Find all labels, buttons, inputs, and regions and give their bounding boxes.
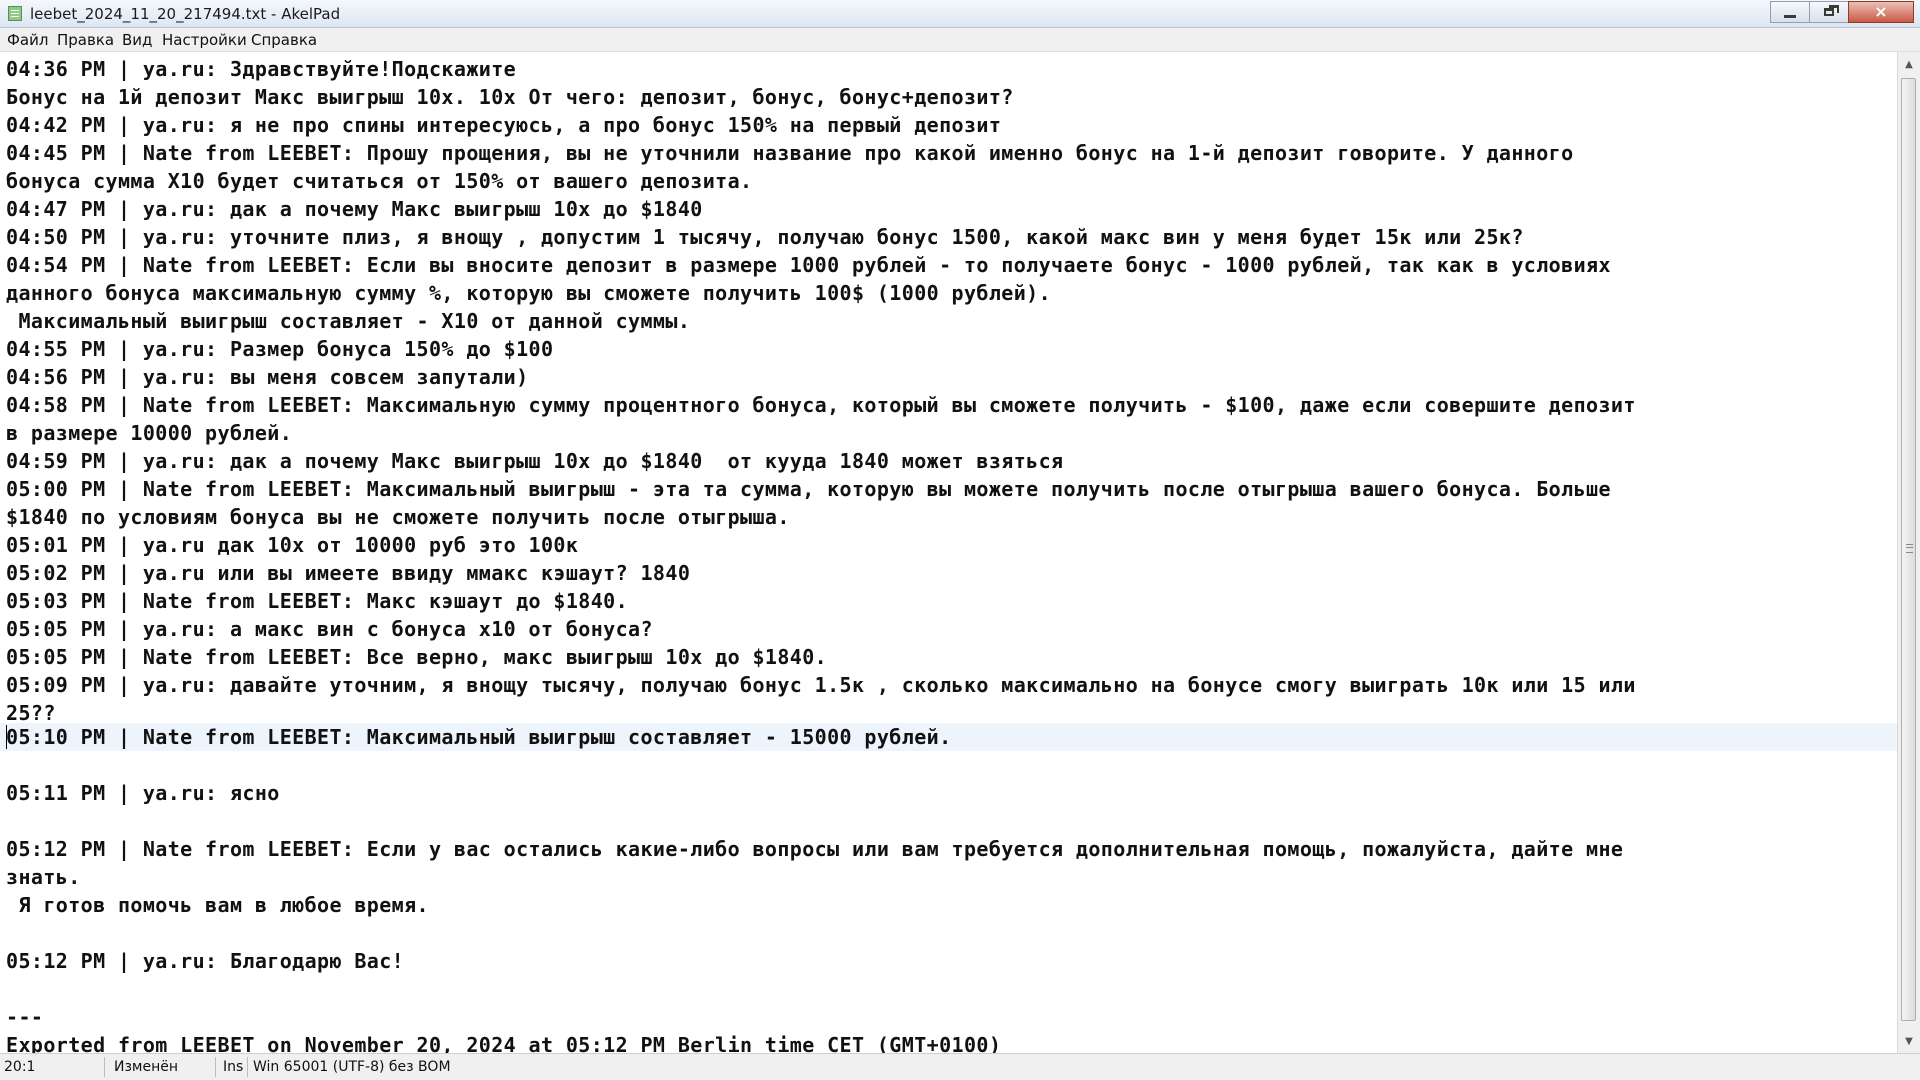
text-line: 05:09 PM | ya.ru: давайте уточним, я вно… [6,673,1636,697]
text-line: 04:42 PM | ya.ru: я не про спины интерес… [6,113,1002,137]
status-divider [104,1057,105,1077]
insert-mode: Ins [223,1059,244,1075]
text-line: 05:01 PM | ya.ru дак 10х от 10000 руб эт… [6,533,579,557]
close-icon: × [1874,2,1888,21]
vertical-scrollbar[interactable]: ▲ ▼ [1897,52,1920,1053]
text-line: 05:00 PM | Nate from LEEBET: Максимальны… [6,477,1611,501]
text-line: 05:05 PM | ya.ru: а макс вин с бонуса х1… [6,617,653,641]
cursor-position: 20:1 [4,1059,36,1075]
scroll-up-arrow-icon[interactable]: ▲ [1898,54,1920,74]
text-line: 05:11 PM | ya.ru: ясно [6,781,280,805]
text-line-current: 05:10 PM | Nate from LEEBET: Максимальны… [6,725,952,749]
restore-button[interactable] [1809,1,1849,23]
text-editor[interactable]: 04:36 PM | ya.ru: Здравствуйте!Подскажит… [0,52,1897,1053]
close-button[interactable]: × [1848,1,1914,23]
text-line: 04:56 PM | ya.ru: вы меня совсем запутал… [6,365,529,389]
menu-help[interactable]: Справка [251,31,317,49]
status-divider [247,1057,248,1077]
menu-settings[interactable]: Настройки [162,31,247,49]
scroll-thumb[interactable] [1901,78,1916,1021]
text-line: 04:58 PM | Nate from LEEBET: Максимальну… [6,393,1636,417]
text-line: Я готов помочь вам в любое время. [6,893,429,917]
text-line: 04:55 PM | ya.ru: Размер бонуса 150% до … [6,337,554,361]
text-line: знать. [6,865,81,889]
text-line: 05:02 PM | ya.ru или вы имеете ввиду мма… [6,561,691,585]
scroll-grip-icon [1906,544,1913,553]
modified-status: Изменён [114,1059,179,1075]
text-line: 05:12 PM | ya.ru: Благодарю Вас! [6,949,405,973]
text-line: Бонус на 1й депозит Макс выигрыш 10х. 10… [6,85,1014,109]
text-line: $1840 по условиям бонуса вы не сможете п… [6,505,790,529]
text-line: 04:59 PM | ya.ru: дак а почему Макс выиг… [6,449,1064,473]
text-line: 04:45 PM | Nate from LEEBET: Прошу проще… [6,141,1574,165]
menu-view[interactable]: Вид [122,31,152,49]
status-divider [215,1057,216,1077]
text-line: 05:12 PM | Nate from LEEBET: Если у вас … [6,837,1624,861]
menu-file[interactable]: Файл [7,31,48,49]
text-line: 04:36 PM | ya.ru: Здравствуйте!Подскажит… [6,57,517,81]
text-line: 04:50 PM | ya.ru: уточните плиз, я внощу… [6,225,1524,249]
text-line: --- [6,1005,44,1029]
text-line: 04:47 PM | ya.ru: дак а почему Макс выиг… [6,197,703,221]
text-line: 05:05 PM | Nate from LEEBET: Все верно, … [6,645,828,669]
text-line: Exported from LEEBET on November 20, 202… [6,1033,1002,1053]
minimize-button[interactable] [1770,1,1810,23]
text-line: 05:03 PM | Nate from LEEBET: Макс кэшаут… [6,589,629,613]
window-title: leebet_2024_11_20_217494.txt - AkelPad [30,5,341,23]
title-bar[interactable]: leebet_2024_11_20_217494.txt - AkelPad × [0,0,1920,28]
status-bar: 20:1 Изменён Ins Win 65001 (UTF-8) без B… [0,1053,1920,1080]
text-line: в размере 10000 рублей. [6,421,293,445]
window-controls: × [1770,1,1914,23]
scroll-down-arrow-icon[interactable]: ▼ [1898,1031,1920,1051]
encoding-status[interactable]: Win 65001 (UTF-8) без BOM [253,1054,451,1080]
notepad-document-icon [8,6,22,21]
menu-edit[interactable]: Правка [57,31,114,49]
menu-bar: Файл Правка Вид Настройки Справка [0,28,1920,52]
text-line: Максимальный выигрыш составляет - X10 от… [6,309,691,333]
text-line: данного бонуса максимальную сумму %, кот… [6,281,1052,305]
text-line: бонуса сумма X10 будет считаться от 150%… [6,169,753,193]
text-line: 04:54 PM | Nate from LEEBET: Если вы вно… [6,253,1611,277]
minimize-icon [1784,15,1796,18]
restore-icon [1824,5,1839,16]
